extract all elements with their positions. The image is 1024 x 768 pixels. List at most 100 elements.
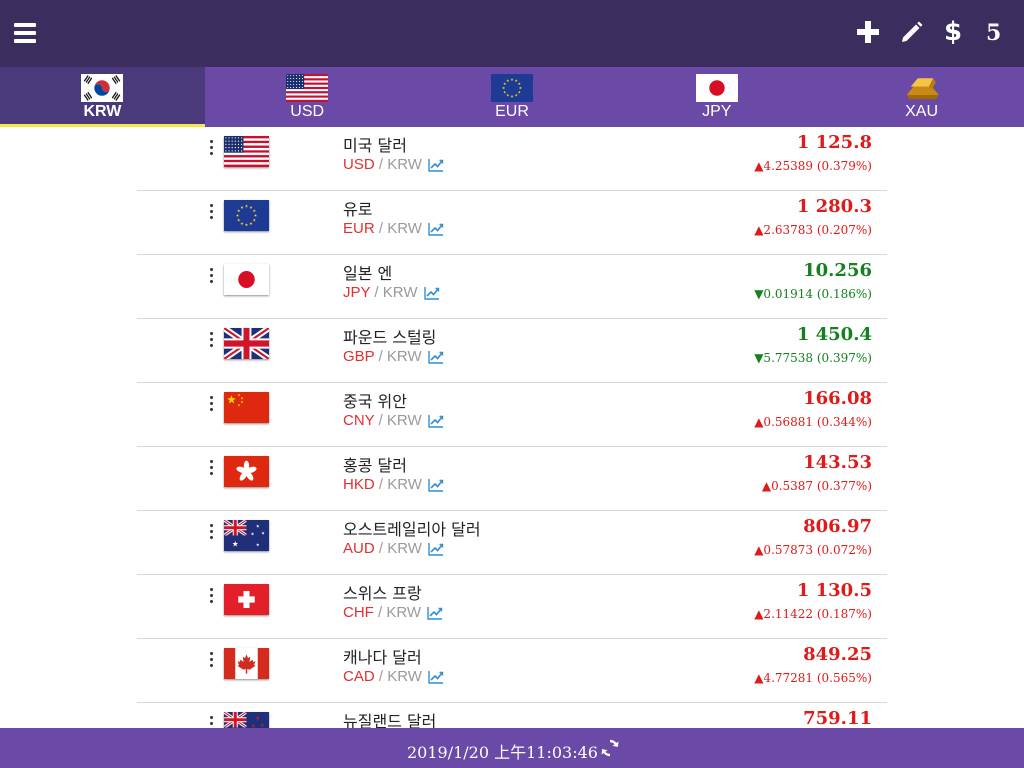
currency-code: CNY bbox=[343, 412, 375, 429]
row-menu-icon[interactable] bbox=[209, 588, 215, 606]
trend-chart-icon[interactable] bbox=[427, 605, 443, 620]
currency-name: 유로 bbox=[343, 200, 373, 219]
pair-separator: / bbox=[373, 604, 387, 621]
currency-code: EUR bbox=[343, 220, 375, 237]
trend-chart-icon[interactable] bbox=[428, 349, 444, 364]
currency-pair: HKD / KRW bbox=[343, 476, 422, 493]
currency-row-cad[interactable]: 캐나다 달러 CAD / KRW 849.25 ▲4.77281 (0.565%) bbox=[137, 639, 887, 703]
row-menu-icon[interactable] bbox=[209, 268, 215, 286]
pair-separator: / bbox=[374, 348, 387, 365]
exchange-rate: 10.256 bbox=[803, 260, 872, 281]
tab-label: XAU bbox=[905, 103, 939, 120]
base-code: KRW bbox=[387, 668, 422, 685]
flag-cn-icon bbox=[224, 392, 269, 423]
flag-us-icon bbox=[286, 74, 329, 103]
currency-pair: EUR / KRW bbox=[343, 220, 422, 237]
flag-ch-icon bbox=[224, 584, 269, 615]
currency-pair: CAD / KRW bbox=[343, 668, 422, 685]
currency-row-hkd[interactable]: 홍콩 달러 HKD / KRW 143.53 ▲0.5387 (0.377%) bbox=[137, 447, 887, 511]
trend-chart-icon[interactable] bbox=[428, 413, 444, 428]
refresh-icon[interactable] bbox=[601, 739, 619, 757]
currency-count[interactable]: 5 bbox=[986, 20, 1001, 50]
trend-chart-icon[interactable] bbox=[428, 541, 444, 556]
rate-change: ▼0.01914 (0.186%) bbox=[754, 287, 872, 301]
currency-name: 캐나다 달러 bbox=[343, 648, 422, 667]
currency-pair: JPY / KRW bbox=[343, 284, 418, 301]
base-code: KRW bbox=[387, 476, 422, 493]
pair-separator: / bbox=[374, 540, 388, 557]
currency-row-eur[interactable]: 유로 EUR / KRW 1 280.3 ▲2.63783 (0.207%) bbox=[137, 191, 887, 255]
currency-name: 중국 위안 bbox=[343, 392, 407, 411]
rate-change: ▼5.77538 (0.397%) bbox=[754, 351, 872, 365]
row-menu-icon[interactable] bbox=[209, 716, 215, 728]
row-menu-icon[interactable] bbox=[209, 524, 215, 542]
currency-row-gbp[interactable]: 파운드 스털링 GBP / KRW 1 450.4 ▼5.77538 (0.397%) bbox=[137, 319, 887, 383]
base-code: KRW bbox=[387, 156, 422, 173]
tab-label: JPY bbox=[702, 103, 732, 120]
trend-chart-icon[interactable] bbox=[424, 285, 440, 300]
rate-change: ▲2.11422 (0.187%) bbox=[754, 607, 872, 621]
tab-jpy[interactable]: JPY bbox=[614, 67, 819, 127]
currency-name: 파운드 스털링 bbox=[343, 328, 437, 347]
pair-separator: / bbox=[374, 220, 388, 237]
pair-separator: / bbox=[374, 412, 387, 429]
rate-change: ▲2.63783 (0.207%) bbox=[754, 223, 872, 237]
trend-chart-icon[interactable] bbox=[428, 477, 444, 492]
pair-separator: / bbox=[370, 284, 383, 301]
tab-usd[interactable]: USD bbox=[205, 67, 410, 127]
tab-label: EUR bbox=[495, 103, 529, 120]
row-menu-icon[interactable] bbox=[209, 140, 215, 158]
rate-change: ▲4.25389 (0.379%) bbox=[754, 159, 872, 173]
currency-pair: AUD / KRW bbox=[343, 540, 422, 557]
pair-separator: / bbox=[374, 156, 388, 173]
tab-eur[interactable]: EUR bbox=[410, 67, 615, 127]
currency-list: 미국 달러 USD / KRW 1 125.8 ▲4.25389 (0.379%) 유로… bbox=[137, 127, 887, 728]
currency-row-nzd[interactable]: 뉴질랜드 달러NZD / KRW759.11 bbox=[137, 703, 887, 728]
exchange-rate: 806.97 bbox=[803, 516, 872, 537]
row-menu-icon[interactable] bbox=[209, 396, 215, 414]
base-code: KRW bbox=[386, 348, 422, 365]
flag-ca-icon bbox=[224, 648, 269, 679]
dollar-icon[interactable]: $ bbox=[944, 17, 962, 47]
currency-name: 일본 엔 bbox=[343, 264, 393, 283]
currency-code: HKD bbox=[343, 476, 375, 493]
flag-gb-icon bbox=[222, 325, 271, 362]
plus-icon[interactable] bbox=[857, 21, 879, 51]
base-code: KRW bbox=[382, 284, 418, 301]
trend-chart-icon[interactable] bbox=[428, 157, 444, 172]
flag-kr-icon bbox=[81, 74, 124, 102]
currency-code: CAD bbox=[343, 668, 375, 685]
currency-row-cny[interactable]: 중국 위안 CNY / KRW 166.08 ▲0.56881 (0.344%) bbox=[137, 383, 887, 447]
trend-chart-icon[interactable] bbox=[428, 221, 444, 236]
row-menu-icon[interactable] bbox=[209, 652, 215, 670]
hamburger-menu-icon[interactable] bbox=[14, 23, 36, 43]
currency-row-aud[interactable]: 오스트레일리아 달러 AUD / KRW 806.97 ▲0.57873 (0.072… bbox=[137, 511, 887, 575]
rate-change: ▲4.77281 (0.565%) bbox=[754, 671, 872, 685]
row-menu-icon[interactable] bbox=[209, 332, 215, 350]
currency-name: 오스트레일리아 달러 bbox=[343, 520, 481, 539]
row-menu-icon[interactable] bbox=[209, 204, 215, 222]
exchange-rate: 143.53 bbox=[803, 452, 872, 473]
currency-name: 뉴질랜드 달러 bbox=[343, 712, 437, 728]
currency-row-chf[interactable]: 스위스 프랑 CHF / KRW 1 130.5 ▲2.11422 (0.187%) bbox=[137, 575, 887, 639]
tab-krw[interactable]: KRW bbox=[0, 67, 205, 127]
currency-row-jpy[interactable]: 일본 엔 JPY / KRW 10.256 ▼0.01914 (0.186%) bbox=[137, 255, 887, 319]
pair-separator: / bbox=[374, 668, 388, 685]
flag-au-icon bbox=[224, 520, 269, 551]
row-menu-icon[interactable] bbox=[209, 460, 215, 478]
flag-nz-icon bbox=[224, 712, 269, 728]
pencil-icon[interactable] bbox=[900, 20, 924, 50]
currency-pair: CHF / KRW bbox=[343, 604, 421, 621]
currency-code: GBP bbox=[343, 348, 375, 365]
currency-row-usd[interactable]: 미국 달러 USD / KRW 1 125.8 ▲4.25389 (0.379%) bbox=[137, 127, 887, 191]
currency-name: 홍콩 달러 bbox=[343, 456, 407, 475]
base-code: KRW bbox=[387, 220, 422, 237]
base-currency-tabs: KRW USD EUR JPY XAU bbox=[0, 67, 1024, 127]
exchange-rate: 166.08 bbox=[803, 388, 872, 409]
currency-pair: GBP / KRW bbox=[343, 348, 422, 365]
tab-xau[interactable]: XAU bbox=[819, 67, 1024, 127]
app-bar: $ 5 bbox=[0, 0, 1024, 67]
trend-chart-icon[interactable] bbox=[428, 669, 444, 684]
rate-change: ▲0.5387 (0.377%) bbox=[761, 479, 872, 493]
base-code: KRW bbox=[386, 412, 422, 429]
